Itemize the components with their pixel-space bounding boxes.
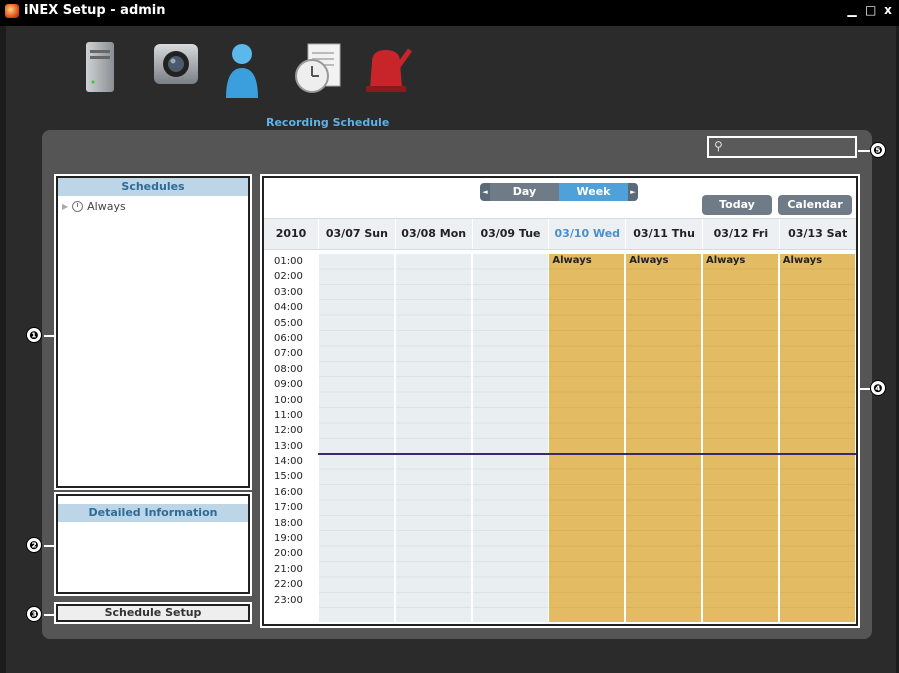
clock-icon (72, 201, 84, 212)
time-label: 15:00 (274, 471, 303, 483)
time-label: 19:00 (274, 533, 303, 545)
schedule-setup-button[interactable]: Schedule Setup (54, 602, 252, 624)
callout-3: ❸ (26, 606, 42, 622)
view-next-arrow-icon[interactable]: ► (628, 183, 638, 201)
app-logo-icon (5, 4, 19, 18)
detailed-information-header: Detailed Information (58, 504, 248, 522)
time-label: 21:00 (274, 563, 303, 575)
detailed-information-panel: Detailed Information (54, 492, 252, 596)
time-label: 12:00 (274, 425, 303, 437)
callout-2: ❷ (26, 537, 42, 553)
maximize-button[interactable]: □ (865, 3, 876, 17)
day-header-cell[interactable]: 03/07 Sun (318, 219, 395, 249)
minimize-button[interactable]: ▁ (847, 3, 857, 17)
calendar-button[interactable]: Calendar (778, 195, 852, 215)
time-label: 08:00 (274, 363, 303, 375)
day-header-cell[interactable]: 03/12 Fri (701, 219, 779, 249)
day-header-row: 2010 03/07 Sun 03/08 Mon 03/09 Tue 03/10 We… (264, 218, 856, 250)
schedule-calendar: ◄ Day Week ► Today Calendar 2010 03/07 S… (260, 174, 860, 628)
time-label: 14:00 (274, 456, 303, 468)
day-column[interactable]: Always (548, 254, 625, 622)
user-icon (226, 44, 258, 98)
search-icon: ⚲ (714, 139, 723, 153)
camera-icon (154, 44, 198, 84)
time-label: 07:00 (274, 348, 303, 360)
time-label: 23:00 (274, 594, 303, 606)
day-column[interactable] (471, 254, 548, 622)
window-title: iNEX Setup - admin (24, 3, 166, 18)
time-label: 09:00 (274, 379, 303, 391)
time-label: 10:00 (274, 394, 303, 406)
view-toggle: ◄ Day Week ► (480, 183, 638, 201)
toolbar-camera-button[interactable] (146, 36, 210, 136)
week-view-button[interactable]: Week (559, 183, 628, 201)
time-label: 11:00 (274, 409, 303, 421)
time-label: 01:00 (274, 256, 303, 267)
alarm-siren-icon (366, 48, 413, 92)
callout-1: ❶ (26, 327, 42, 343)
schedules-header: Schedules (58, 178, 248, 196)
view-prev-arrow-icon[interactable]: ◄ (480, 183, 490, 201)
app-body: Recording Schedule ⚲ Schedules ▶ Always … (6, 26, 896, 673)
recording-schedule-icon (295, 43, 341, 93)
day-header-cell[interactable]: 03/08 Mon (394, 219, 472, 249)
schedule-event-label[interactable]: Always (549, 254, 624, 266)
search-input[interactable]: ⚲ (707, 136, 857, 158)
time-label: 02:00 (274, 271, 303, 283)
day-header-cell[interactable]: 03/13 Sat (778, 219, 856, 249)
schedule-event-label[interactable]: Always (626, 254, 701, 266)
server-icon (86, 42, 114, 92)
callout-2-line (44, 545, 56, 547)
time-label: 06:00 (274, 332, 303, 344)
expand-arrow-icon[interactable]: ▶ (62, 202, 68, 211)
time-label: 03:00 (274, 286, 303, 298)
toolbar: Recording Schedule (76, 36, 420, 136)
day-column[interactable]: Always (702, 254, 778, 622)
calendar-grid: 01:00 02:00 03:00 04:00 05:00 06:00 07:00 08:00… (264, 254, 856, 624)
current-time-line (318, 453, 856, 455)
time-label: 18:00 (274, 517, 303, 529)
callout-3-line (44, 614, 56, 616)
schedule-item-always[interactable]: ▶ Always (62, 200, 126, 213)
callout-1-line (44, 335, 56, 337)
toolbar-server-button[interactable] (76, 36, 140, 136)
toolbar-recording-schedule-button[interactable]: Recording Schedule (266, 36, 389, 136)
close-button[interactable]: x (883, 3, 893, 17)
callout-4: ❹ (870, 380, 886, 396)
time-label: 17:00 (274, 502, 303, 514)
schedule-event-label[interactable]: Always (780, 254, 855, 266)
time-label: 13:00 (274, 440, 303, 452)
callout-4-line (858, 388, 870, 390)
day-column[interactable]: Always (778, 254, 855, 622)
toolbar-alarm-button[interactable] (356, 36, 420, 136)
day-column[interactable] (394, 254, 471, 622)
schedule-item-label: Always (87, 200, 126, 213)
day-column[interactable] (318, 254, 394, 622)
day-column[interactable]: Always (625, 254, 702, 622)
day-header-cell[interactable]: 03/10 Wed (548, 219, 625, 249)
year-label: 2010 (275, 227, 307, 240)
time-label: 04:00 (274, 302, 303, 314)
schedules-panel: Schedules ▶ Always (54, 174, 252, 490)
callout-5-line (858, 150, 870, 152)
time-label: 22:00 (274, 579, 303, 591)
day-view-button[interactable]: Day (490, 183, 559, 201)
today-button[interactable]: Today (702, 195, 772, 215)
title-bar: iNEX Setup - admin ▁ □ x (0, 0, 899, 26)
day-header-cell[interactable]: 03/11 Thu (625, 219, 702, 249)
time-label: 20:00 (274, 548, 303, 560)
time-column: 01:00 02:00 03:00 04:00 05:00 06:00 07:00 08:00… (264, 254, 318, 608)
time-label: 05:00 (274, 317, 303, 329)
day-header-cell[interactable]: 03/09 Tue (471, 219, 549, 249)
time-label: 16:00 (274, 486, 303, 498)
main-panel: ⚲ Schedules ▶ Always Detailed Informatio… (42, 130, 872, 639)
callout-5: ❺ (870, 142, 886, 158)
schedule-event-label[interactable]: Always (703, 254, 778, 266)
